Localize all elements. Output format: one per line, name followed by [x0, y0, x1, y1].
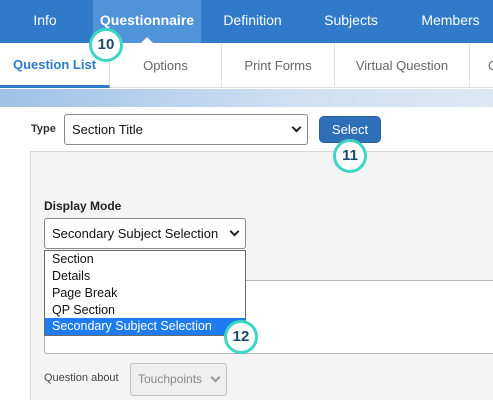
option-secondary-subject-selection[interactable]: Secondary Subject Selection: [45, 318, 245, 335]
nav-label: Members: [421, 12, 480, 28]
nav-info[interactable]: Info: [0, 0, 90, 43]
tab-virtual-question[interactable]: Virtual Question: [335, 43, 470, 88]
tab-label: C: [488, 58, 493, 73]
chevron-down-icon: [291, 122, 302, 132]
nav-members[interactable]: Members: [408, 0, 493, 43]
nav-subjects[interactable]: Subjects: [305, 0, 397, 43]
tab-label: Print Forms: [244, 58, 312, 73]
tab-label: Question List: [12, 57, 97, 72]
callout-badge: 10: [89, 28, 123, 62]
chevron-down-icon: [210, 372, 221, 382]
option-details[interactable]: Details: [45, 268, 245, 285]
question-about-value: Touchpoints: [138, 372, 203, 386]
nav-label: Info: [33, 12, 57, 28]
display-mode-options: Section Details Page Break QP Section Se…: [44, 250, 246, 336]
type-select-value: Section Title: [72, 122, 143, 137]
option-page-break[interactable]: Page Break: [45, 285, 245, 302]
nav-label: Subjects: [324, 12, 378, 28]
tab-options[interactable]: Options: [110, 43, 222, 88]
nav-definition[interactable]: Definition: [205, 0, 300, 43]
tab-print-forms[interactable]: Print Forms: [222, 43, 335, 88]
callout-badge: 12: [224, 320, 258, 354]
nav-label: Questionnaire: [99, 12, 195, 28]
display-mode-select[interactable]: Secondary Subject Selection: [44, 218, 246, 249]
nav-label: Definition: [223, 12, 282, 28]
sub-tabs: Question List Options Print Forms Virtua…: [0, 43, 493, 88]
type-select[interactable]: Section Title: [64, 114, 308, 145]
tab-label: Virtual Question: [355, 58, 449, 73]
type-label: Type: [31, 123, 56, 135]
header-band: [0, 89, 493, 107]
chevron-down-icon: [229, 226, 240, 236]
question-about-label: Question about: [44, 372, 119, 384]
top-nav: Info Questionnaire Definition Subjects M…: [0, 0, 493, 44]
tab-overflow[interactable]: C: [470, 43, 493, 88]
tab-label: Options: [143, 58, 188, 73]
option-section[interactable]: Section: [45, 251, 245, 268]
question-about-select[interactable]: Touchpoints: [130, 363, 227, 396]
option-qp-section[interactable]: QP Section: [45, 302, 245, 319]
display-mode-value: Secondary Subject Selection: [52, 226, 219, 241]
callout-badge: 11: [333, 139, 367, 173]
display-mode-label: Display Mode: [44, 199, 122, 213]
